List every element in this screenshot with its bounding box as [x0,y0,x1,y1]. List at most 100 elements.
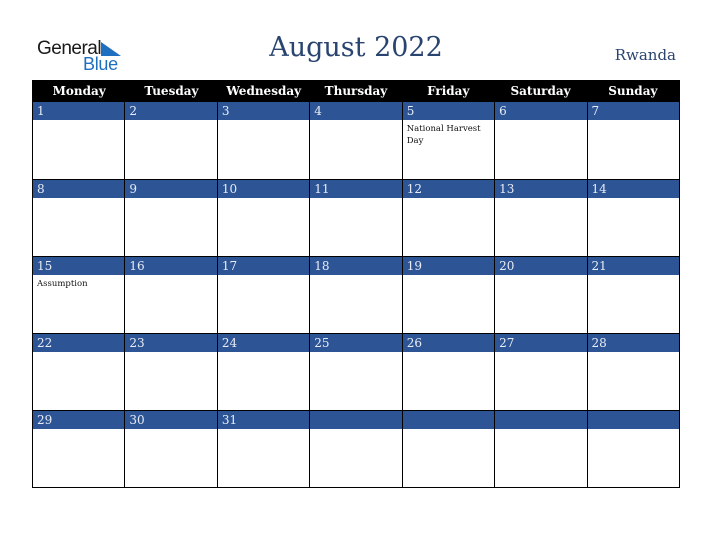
day-cell [586,411,679,487]
day-number: 25 [310,334,402,352]
day-cell: 19 [401,257,495,333]
holiday-label [403,275,494,278]
holiday-label [125,429,216,432]
holiday-label [125,120,216,123]
day-cell [494,411,587,487]
holiday-label [310,120,401,123]
day-cell: 25 [309,334,402,410]
holiday-label [218,352,309,355]
holiday-label [588,352,679,355]
day-cell: 28 [586,334,679,410]
day-cell: 4 [309,102,402,179]
day-cell: 14 [586,180,679,256]
holiday-label [403,198,494,201]
day-cell: 2 [124,102,217,179]
holiday-label [588,275,679,278]
day-number: 5 [402,102,495,120]
day-cell: 3 [216,102,310,179]
holiday-label [218,198,309,201]
day-cell: 31 [216,411,310,487]
day-number: 16 [125,257,217,275]
day-cell: 22 [33,334,125,410]
week-row: 15 Assumption 16 17 18 19 20 21 [33,256,679,333]
holiday-label [218,120,309,123]
holiday-label [403,429,494,432]
day-number: 24 [217,334,310,352]
day-number: 26 [402,334,495,352]
day-number: 13 [495,180,587,198]
day-number [402,411,495,429]
day-cell: 12 [401,180,495,256]
day-number: 14 [587,180,679,198]
day-cell: 16 [124,257,217,333]
day-cell: 23 [124,334,217,410]
day-number: 11 [310,180,402,198]
day-number: 20 [495,257,587,275]
day-cell: 18 [309,257,402,333]
weekday-header: Monday Tuesday Wednesday Thursday Friday… [33,81,679,102]
weeks-container: 1 2 3 4 5 National Harvest Day 6 7 8 9 10 11 12 13 14 1… [33,102,679,487]
holiday-label [125,275,216,278]
day-number [587,411,679,429]
holiday-label [310,275,401,278]
holiday-label [495,352,586,355]
holiday-label [495,120,586,123]
holiday-label [125,352,216,355]
holiday-label [495,198,586,201]
day-number [310,411,402,429]
day-cell [401,411,495,487]
weekday-monday: Monday [52,84,106,98]
holiday-label [33,352,124,355]
weekday-thursday: Thursday [324,84,388,98]
day-cell: 26 [401,334,495,410]
day-number: 12 [402,180,495,198]
day-cell: 27 [494,334,587,410]
day-cell: 21 [586,257,679,333]
holiday-label [218,429,309,432]
weekday-saturday: Saturday [510,84,571,98]
day-number: 3 [217,102,310,120]
day-number: 9 [125,180,217,198]
day-cell: 24 [216,334,310,410]
weekday-friday: Friday [427,84,470,98]
day-cell: 5 National Harvest Day [401,102,495,179]
day-number: 7 [587,102,679,120]
day-cell: 8 [33,180,125,256]
day-number: 2 [125,102,217,120]
day-number: 10 [217,180,310,198]
day-cell: 13 [494,180,587,256]
holiday-label [495,275,586,278]
holiday-label: Assumption [37,279,88,289]
day-cell: 1 [33,102,125,179]
holiday-label [33,120,124,123]
weekday-sunday: Sunday [608,84,658,98]
week-row: 8 9 10 11 12 13 14 [33,179,679,256]
day-number: 17 [217,257,310,275]
day-cell [309,411,402,487]
day-cell: 20 [494,257,587,333]
day-cell: 15 Assumption [33,257,125,333]
day-cell: 6 [494,102,587,179]
day-cell: 11 [309,180,402,256]
holiday-label: National Harvest Day [406,124,481,146]
holiday-label [588,120,679,123]
day-number: 15 [33,257,125,275]
holiday-label [588,198,679,201]
day-cell: 10 [216,180,310,256]
day-number: 22 [33,334,125,352]
holiday-label [310,198,401,201]
day-number: 21 [587,257,679,275]
day-number [495,411,587,429]
day-cell: 7 [586,102,679,179]
day-number: 29 [33,411,125,429]
day-cell: 30 [124,411,217,487]
holiday-label [218,275,309,278]
day-number: 23 [125,334,217,352]
day-number: 4 [310,102,402,120]
day-cell: 29 [33,411,125,487]
day-number: 28 [587,334,679,352]
calendar-title: August 2022 [269,32,443,63]
weekday-wednesday: Wednesday [226,84,302,98]
calendar-grid: Monday Tuesday Wednesday Thursday Friday… [32,80,680,488]
day-number: 30 [125,411,217,429]
